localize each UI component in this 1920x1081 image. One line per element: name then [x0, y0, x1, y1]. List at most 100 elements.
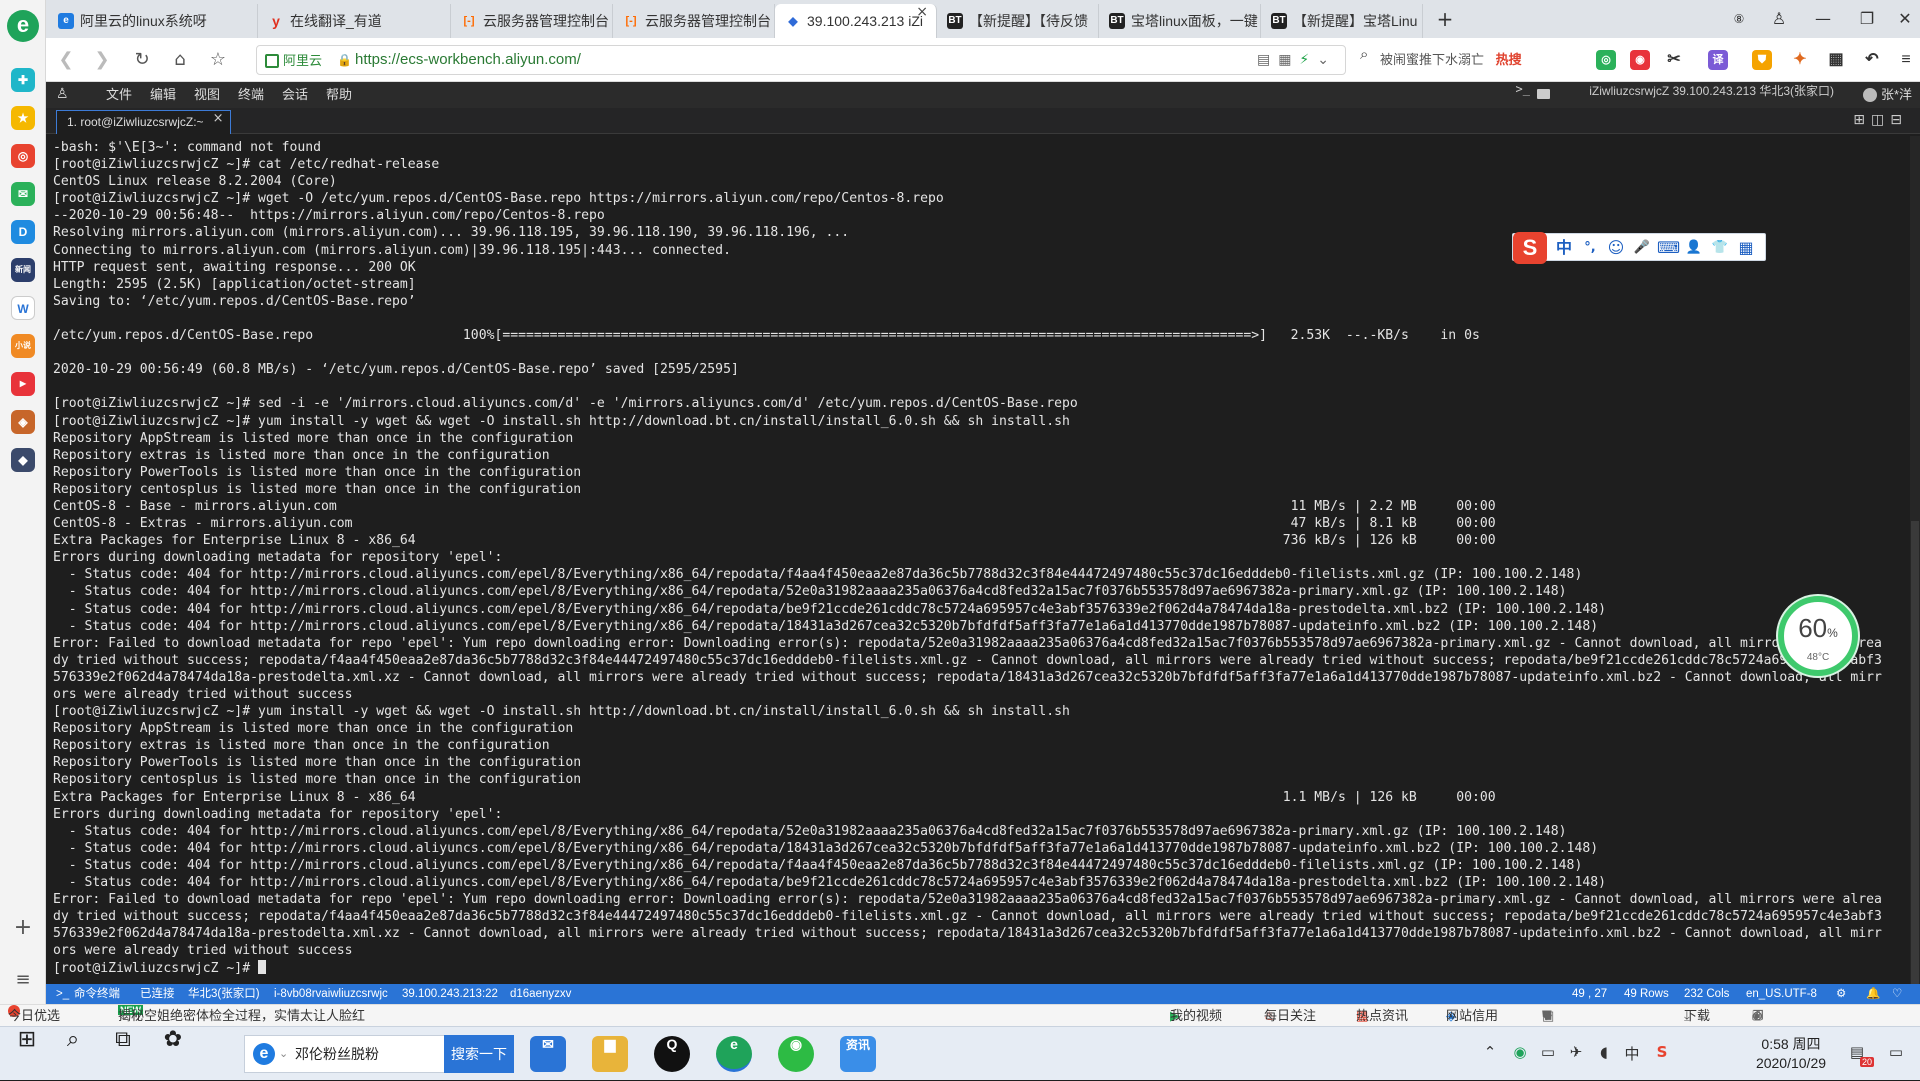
action-center-icon[interactable]: ▭	[1886, 1043, 1906, 1063]
menu-edit[interactable]: 编辑	[150, 82, 176, 108]
chevron-up-icon[interactable]: ⌃	[1480, 1043, 1500, 1063]
terminal-tab[interactable]: 1. root@iZiwliuzcsrwjcZ:~ ×	[56, 110, 231, 134]
taskbar-search-box[interactable]: e ⌄ 邓伦粉丝脱粉 搜索一下	[244, 1035, 514, 1073]
news-app-icon[interactable]: 新闻	[11, 258, 35, 282]
clear-icon[interactable]: ⊗	[1752, 1005, 1775, 1027]
qq-icon[interactable]: Q	[654, 1036, 690, 1072]
shield-extension-icon[interactable]: ⛊	[1752, 50, 1772, 70]
speedup-icon[interactable]: ✈	[1542, 1005, 1565, 1027]
weibo-extension-icon[interactable]: ◉	[1630, 50, 1650, 70]
news-icon[interactable]: 资讯	[840, 1036, 876, 1072]
game-app-icon[interactable]: ◈	[11, 410, 35, 434]
tray-app-icon[interactable]: ◉	[1510, 1043, 1530, 1063]
clipboard-icon[interactable]: ▤	[1257, 52, 1278, 68]
browser-icon[interactable]: e	[716, 1036, 752, 1072]
close-tab-icon[interactable]: ×	[916, 4, 928, 20]
minimize-icon[interactable]: —	[1810, 6, 1836, 32]
terminal-prompt-line[interactable]: [root@iZiwliuzcsrwjcZ ~]#	[53, 959, 1910, 977]
ime-punctuation-icon[interactable]: °,	[1579, 237, 1601, 259]
menu-session[interactable]: 会话	[282, 82, 308, 108]
address-bar[interactable]: 阿里云 🔒 https://ecs-workbench.aliyun.com/ …	[256, 45, 1346, 75]
menu-file[interactable]: 文件	[106, 82, 132, 108]
scissors-icon[interactable]: ✂	[1664, 50, 1684, 70]
undo-icon[interactable]: ↶	[1862, 50, 1882, 70]
sidebar-menu-icon[interactable]: ≡	[13, 970, 33, 990]
folder-icon[interactable]: ▆	[592, 1036, 628, 1072]
cpu-usage-widget[interactable]: 60% 48°C	[1778, 596, 1858, 676]
terminal-mode[interactable]: 命令终端	[74, 984, 120, 1004]
new-tab-icon[interactable]: +	[1432, 6, 1458, 32]
add-sidebar-app-icon[interactable]: +	[13, 917, 33, 939]
ime-indicator[interactable]: 中	[1622, 1043, 1642, 1063]
shirt-skin-icon[interactable]: ♙	[1766, 6, 1792, 32]
tab-count-icon[interactable]: ⑧	[1726, 6, 1752, 32]
notification-bell-icon[interactable]: 🔔	[1866, 984, 1880, 1004]
restore-icon[interactable]: ❐	[1854, 6, 1880, 32]
ime-microphone-icon[interactable]: 🎤	[1631, 237, 1653, 259]
menu-terminal[interactable]: 终端	[238, 82, 264, 108]
search-suggestion[interactable]: ⌕ 被闹蜜推下水溺亡 热搜	[1356, 45, 1586, 75]
browser-tab[interactable]: [-] 云服务器管理控制台	[451, 4, 613, 38]
menu-help[interactable]: 帮助	[326, 82, 352, 108]
task-view-icon[interactable]: ⧉	[96, 1027, 150, 1081]
battery-icon[interactable]: ▭	[1538, 1043, 1558, 1063]
mail-icon[interactable]: ✉	[11, 182, 35, 206]
command-prompt-icon[interactable]: >_	[1516, 82, 1530, 96]
split-horizontal-icon[interactable]: ⊟	[1890, 112, 1908, 128]
novel-app-icon[interactable]: 小说	[11, 334, 35, 358]
scrollbar-thumb[interactable]	[1911, 521, 1919, 984]
ime-skin-icon[interactable]: 👕	[1709, 237, 1731, 259]
airplane-icon[interactable]: ✈	[1566, 1043, 1586, 1063]
chevron-down-icon[interactable]: ⌄	[1317, 52, 1337, 68]
notification-icon[interactable]: ▤ 20	[1844, 1043, 1874, 1067]
home-icon[interactable]: ⌂	[168, 48, 192, 72]
volume-icon[interactable]: ◖	[1594, 1043, 1614, 1063]
ime-chinese-mode-icon[interactable]: 中	[1553, 237, 1575, 259]
close-window-icon[interactable]: ✕	[1892, 6, 1918, 32]
taskbar-search-button[interactable]: 搜索一下	[444, 1035, 514, 1073]
site-verified-badge[interactable]: 阿里云	[263, 51, 326, 71]
weibo-icon[interactable]: ◎	[11, 144, 35, 168]
grid-icon[interactable]: ▦	[1278, 52, 1299, 68]
bookmark-star-icon[interactable]: ☆	[206, 48, 230, 72]
wechat-icon[interactable]: ◉	[778, 1036, 814, 1072]
browser-tab[interactable]: [-] 云服务器管理控制台	[613, 4, 775, 38]
pinned-app-icon[interactable]: ✿	[146, 1027, 200, 1081]
sogou-ime-logo-icon[interactable]: S	[1513, 232, 1547, 264]
game2-app-icon[interactable]: ◆	[11, 448, 35, 472]
word-doc-icon[interactable]: W	[11, 296, 35, 320]
video-app-icon[interactable]: ▶	[11, 372, 35, 396]
browser-tab-active[interactable]: ◆ 39.100.243.213 iZi ×	[775, 4, 937, 38]
add-split-icon[interactable]: ⊞	[1853, 112, 1871, 128]
app-d-icon[interactable]: D	[11, 220, 35, 244]
url-text[interactable]: https://ecs-workbench.aliyun.com/	[355, 46, 581, 74]
split-vertical-icon[interactable]: ◫	[1871, 112, 1890, 128]
search-icon[interactable]: ⌕	[46, 1027, 100, 1081]
feedback-icon[interactable]: ♡	[1892, 984, 1902, 1004]
terminal-output[interactable]: -bash: $'\E[3~': command not found [root@…	[46, 136, 1910, 984]
clock[interactable]: 0:58 周四 2020/10/29	[1746, 1035, 1836, 1073]
translate-icon[interactable]: 译	[1708, 50, 1728, 70]
ime-keyboard-icon[interactable]: ⌨	[1657, 237, 1680, 259]
browser-tab[interactable]: y 在线翻译_有道	[258, 4, 451, 38]
encoding-selector[interactable]: en_US.UTF-8	[1746, 984, 1817, 1004]
browser-tab[interactable]: BT 宝塔linux面板，一键	[1099, 4, 1261, 38]
back-icon[interactable]: ❮	[54, 48, 78, 72]
taskbar-search-text[interactable]: 邓伦粉丝脱粉	[295, 1036, 379, 1072]
terminal-scrollbar[interactable]	[1910, 136, 1920, 984]
forward-icon[interactable]: ❯	[90, 48, 114, 72]
reload-icon[interactable]: ↻	[130, 48, 154, 72]
browser-tab[interactable]: BT 【新提醒】【待反馈	[937, 4, 1099, 38]
sogou-tray-icon[interactable]: S	[1652, 1043, 1672, 1063]
chevron-down-icon[interactable]: ⌄	[279, 1036, 288, 1072]
sidebar-plus-app-icon[interactable]: ✚	[11, 68, 35, 92]
mail-icon[interactable]: ✉	[530, 1036, 566, 1072]
apps-grid-icon[interactable]: ▦	[1826, 50, 1846, 70]
browser-logo-icon[interactable]: e	[7, 10, 39, 42]
user-menu[interactable]: 张*洋	[1862, 82, 1912, 108]
folder-icon[interactable]	[1537, 89, 1550, 99]
close-terminal-tab-icon[interactable]: ×	[213, 111, 224, 126]
browser-menu-icon[interactable]: ≡	[1896, 50, 1916, 70]
ime-user-icon[interactable]: 👤	[1683, 237, 1705, 259]
settings-icon[interactable]: ⚙	[1836, 984, 1846, 1004]
